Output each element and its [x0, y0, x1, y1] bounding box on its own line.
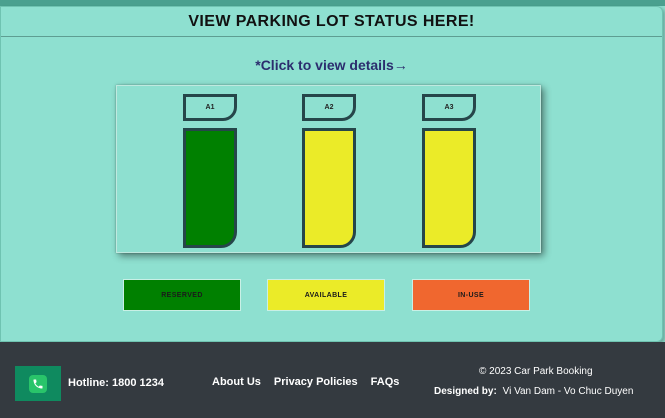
slot-label: A3 [422, 94, 476, 121]
slot-bay[interactable] [183, 128, 237, 248]
slot-label: A2 [302, 94, 356, 121]
parking-slot-a1[interactable]: A1 [183, 94, 237, 248]
parking-slot-a2[interactable]: A2 [302, 94, 356, 248]
hotline-text: Hotline: 1800 1234 [68, 377, 164, 389]
footer-links: About Us Privacy Policies FAQs [212, 376, 412, 388]
parking-lot-map: A1 A2 A3 [116, 85, 541, 253]
phone-icon [29, 374, 47, 393]
legend-reserved: RESERVED [123, 279, 241, 311]
designed-by: Designed by: Vi Van Dam - Vo Chuc Duyen [434, 386, 633, 397]
about-us-link[interactable]: About Us [212, 376, 261, 388]
footer: Hotline: 1800 1234 About Us Privacy Poli… [0, 342, 665, 418]
details-hint: *Click to view details→ [255, 57, 408, 73]
faqs-link[interactable]: FAQs [371, 376, 400, 388]
phone-button[interactable] [15, 366, 61, 401]
slot-label: A1 [183, 94, 237, 121]
page: VIEW PARKING LOT STATUS HERE! *Click to … [0, 0, 665, 418]
legend-available: AVAILABLE [267, 279, 385, 311]
designers: Vi Van Dam - Vo Chuc Duyen [502, 386, 634, 397]
page-title: VIEW PARKING LOT STATUS HERE! [1, 7, 662, 37]
slot-bay[interactable] [302, 128, 356, 248]
status-panel: VIEW PARKING LOT STATUS HERE! *Click to … [0, 6, 663, 342]
copyright: © 2023 Car Park Booking [479, 366, 593, 377]
legend-in-use: IN-USE [412, 279, 530, 311]
slot-bay[interactable] [422, 128, 476, 248]
privacy-policies-link[interactable]: Privacy Policies [274, 376, 358, 388]
parking-slot-a3[interactable]: A3 [422, 94, 476, 248]
designed-by-label: Designed by: [434, 386, 497, 397]
